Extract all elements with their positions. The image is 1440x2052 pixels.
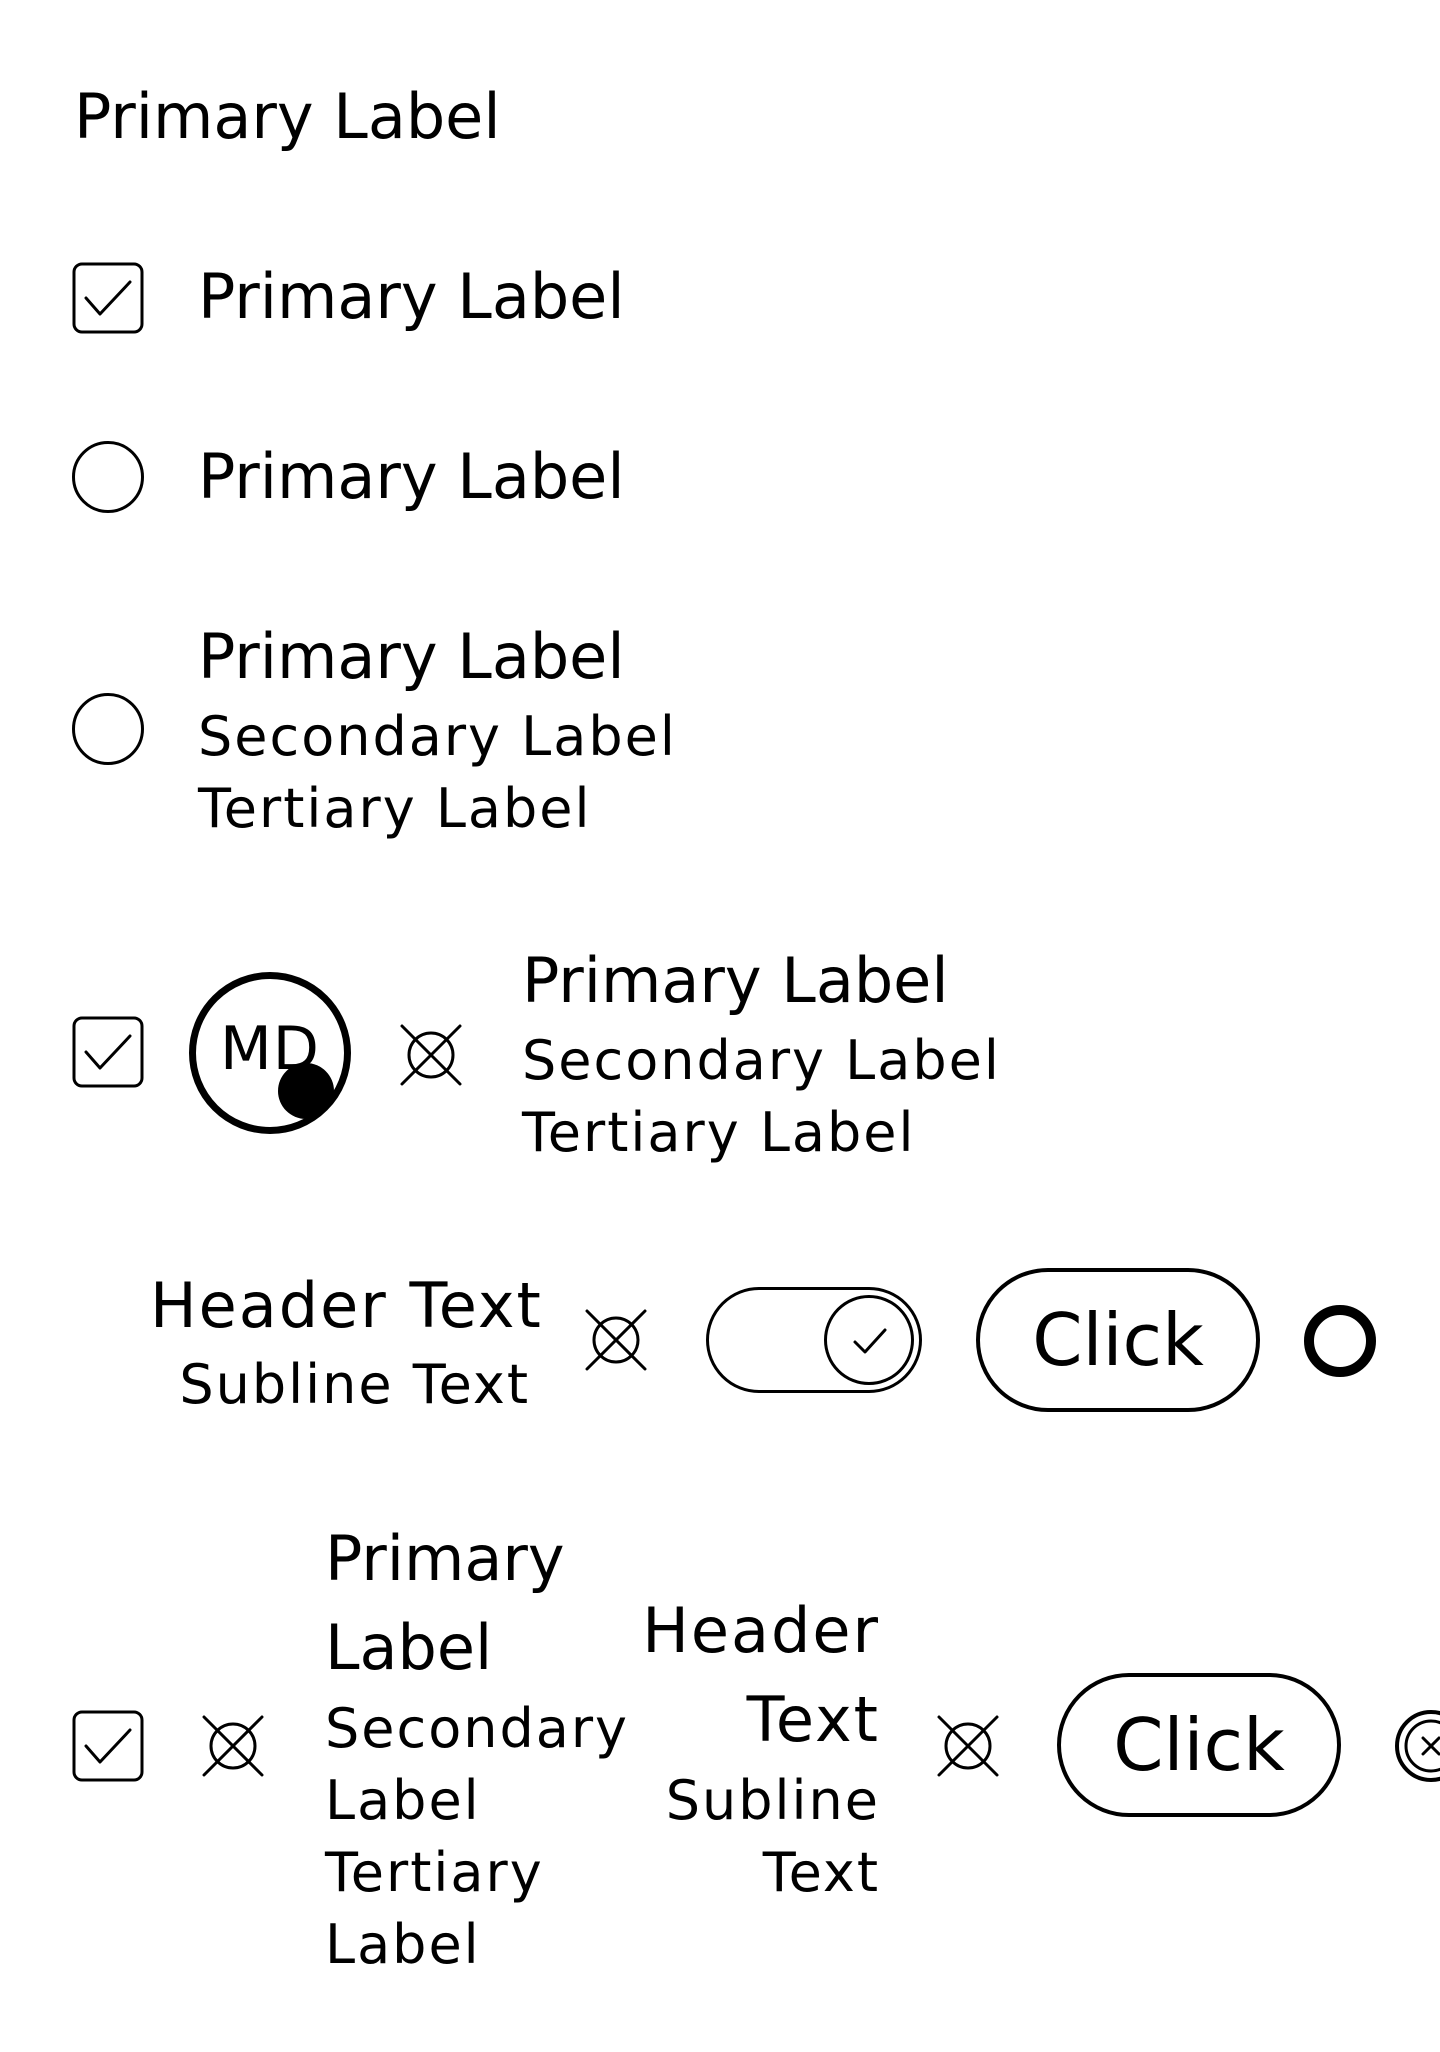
row7-subline-text-line1: Subline [665,1769,880,1832]
radio-ring-icon[interactable] [1304,1305,1376,1377]
row2-primary-label: Primary Label [198,260,625,333]
row1-primary-label: Primary Label [74,80,501,153]
row7-header-text-line2: Text [746,1683,880,1756]
row7-secondary-label-line1: Secondary [325,1697,629,1760]
row4-primary-label: Primary Label [198,620,625,693]
toggle-switch[interactable] [706,1287,922,1393]
click-button[interactable]: Click [1057,1673,1341,1817]
row7-subline-text-line2: Text [762,1841,880,1904]
x-circle-icon[interactable] [398,1022,464,1088]
row5-secondary-label: Secondary Label [522,1029,1001,1092]
checkbox-checked-icon[interactable] [72,262,144,334]
header-text: Header Text [150,1269,543,1342]
status-dot [278,1063,334,1119]
radio-empty-icon[interactable] [72,441,144,513]
radio-empty-icon[interactable] [72,693,144,765]
row7-header-text-line1: Header [642,1594,880,1667]
avatar[interactable]: MD [189,972,351,1134]
row4-tertiary-label: Tertiary Label [198,777,592,840]
click-button[interactable]: Click [976,1268,1260,1412]
x-circle-icon[interactable] [200,1713,266,1779]
row3-primary-label: Primary Label [198,440,625,513]
row5-primary-label: Primary Label [522,944,949,1017]
x-circle-icon[interactable] [583,1307,649,1373]
row7-tertiary-label-line1: Tertiary [325,1841,544,1904]
row7-tertiary-label-line2: Label [325,1913,481,1976]
checkbox-checked-icon[interactable] [72,1710,144,1782]
row5-tertiary-label: Tertiary Label [522,1101,916,1164]
row7-secondary-label-line2: Label [325,1769,481,1832]
toggle-knob [824,1295,914,1385]
subline-text: Subline Text [179,1353,530,1416]
row7-primary-label-line1: Primary [325,1522,565,1595]
x-circle-small-icon[interactable] [1393,1708,1440,1784]
row4-secondary-label: Secondary Label [198,705,677,768]
x-circle-icon[interactable] [935,1713,1001,1779]
checkbox-checked-icon[interactable] [72,1016,144,1088]
row7-primary-label-line2: Label [325,1611,493,1684]
